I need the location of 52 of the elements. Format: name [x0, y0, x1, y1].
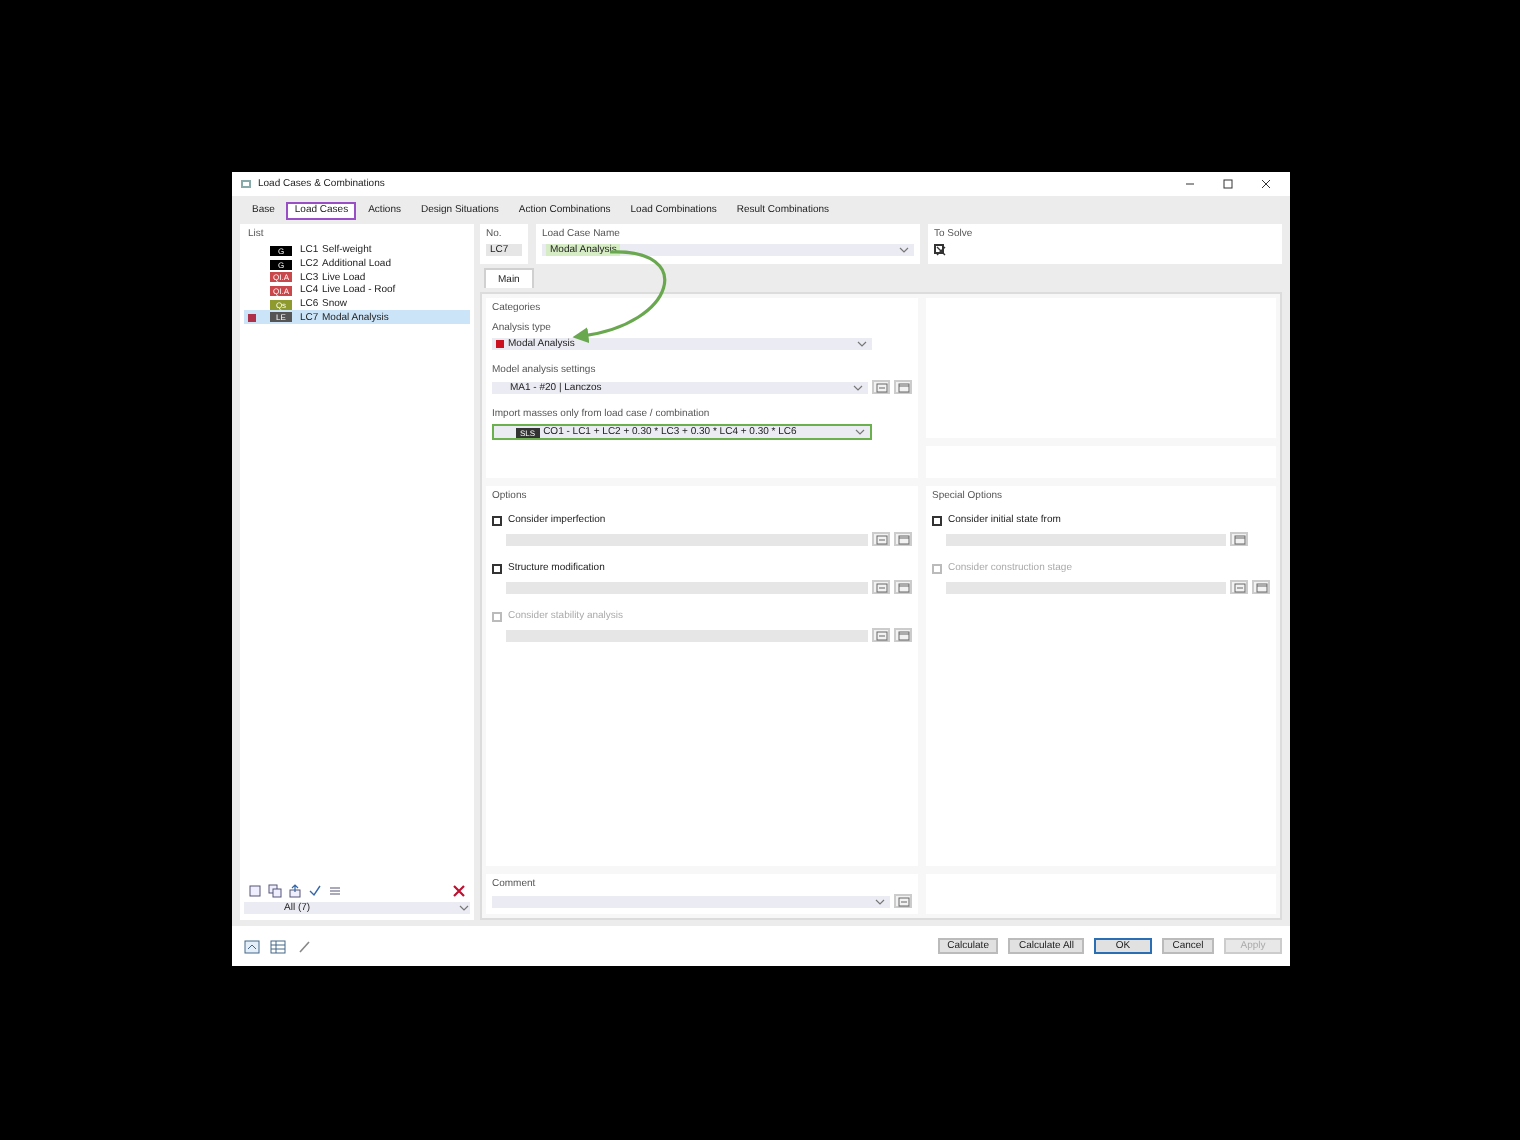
list-icon[interactable] [328, 884, 342, 898]
app-icon [240, 178, 252, 190]
new-button[interactable] [894, 380, 912, 394]
checkbox[interactable] [492, 515, 502, 525]
checkbox[interactable] [934, 244, 944, 254]
view-icon[interactable] [244, 939, 260, 953]
edit-button[interactable] [872, 628, 890, 642]
checkbox[interactable] [492, 563, 502, 573]
window-icon [875, 629, 887, 641]
window-icon [897, 895, 909, 907]
checkbox[interactable] [932, 515, 942, 525]
table-icon[interactable] [270, 939, 286, 953]
export-icon[interactable] [288, 884, 302, 898]
delete-icon[interactable] [452, 884, 466, 898]
pencil-icon[interactable] [296, 939, 312, 953]
caret-icon [852, 381, 865, 393]
new-button[interactable] [894, 628, 912, 642]
window-icon [897, 629, 909, 641]
window-icon [897, 533, 909, 545]
input-field[interactable] [946, 581, 1226, 593]
window-icon [875, 581, 887, 593]
new-button[interactable] [894, 532, 912, 546]
edit-button[interactable] [1230, 580, 1248, 594]
window-icon [875, 381, 888, 393]
check-icon [936, 246, 946, 256]
check-icon[interactable] [308, 884, 322, 898]
input-field[interactable] [946, 533, 1226, 545]
window-icon [1233, 533, 1245, 545]
new-icon[interactable] [248, 884, 262, 898]
input-field[interactable] [506, 581, 868, 593]
caret-icon [854, 426, 866, 438]
minimize-icon[interactable] [1184, 178, 1196, 190]
new-button[interactable] [1230, 532, 1248, 546]
window-icon [875, 533, 887, 545]
edit-button[interactable] [872, 532, 890, 546]
caret-icon [458, 902, 470, 914]
edit-button[interactable] [894, 894, 912, 908]
caret-icon [874, 895, 886, 907]
window-icon [1255, 581, 1267, 593]
new-button[interactable] [894, 580, 912, 594]
caret-icon [856, 338, 868, 350]
new-button[interactable] [1252, 580, 1270, 594]
window-icon [897, 381, 910, 393]
window-icon [1233, 581, 1245, 593]
close-icon[interactable] [1260, 178, 1272, 190]
edit-button[interactable] [872, 580, 890, 594]
window-icon [897, 581, 909, 593]
input-field[interactable] [506, 629, 868, 641]
maximize-icon[interactable] [1222, 178, 1234, 190]
caret-icon [898, 244, 910, 256]
copy-icon[interactable] [268, 884, 282, 898]
input-field[interactable] [506, 533, 868, 545]
